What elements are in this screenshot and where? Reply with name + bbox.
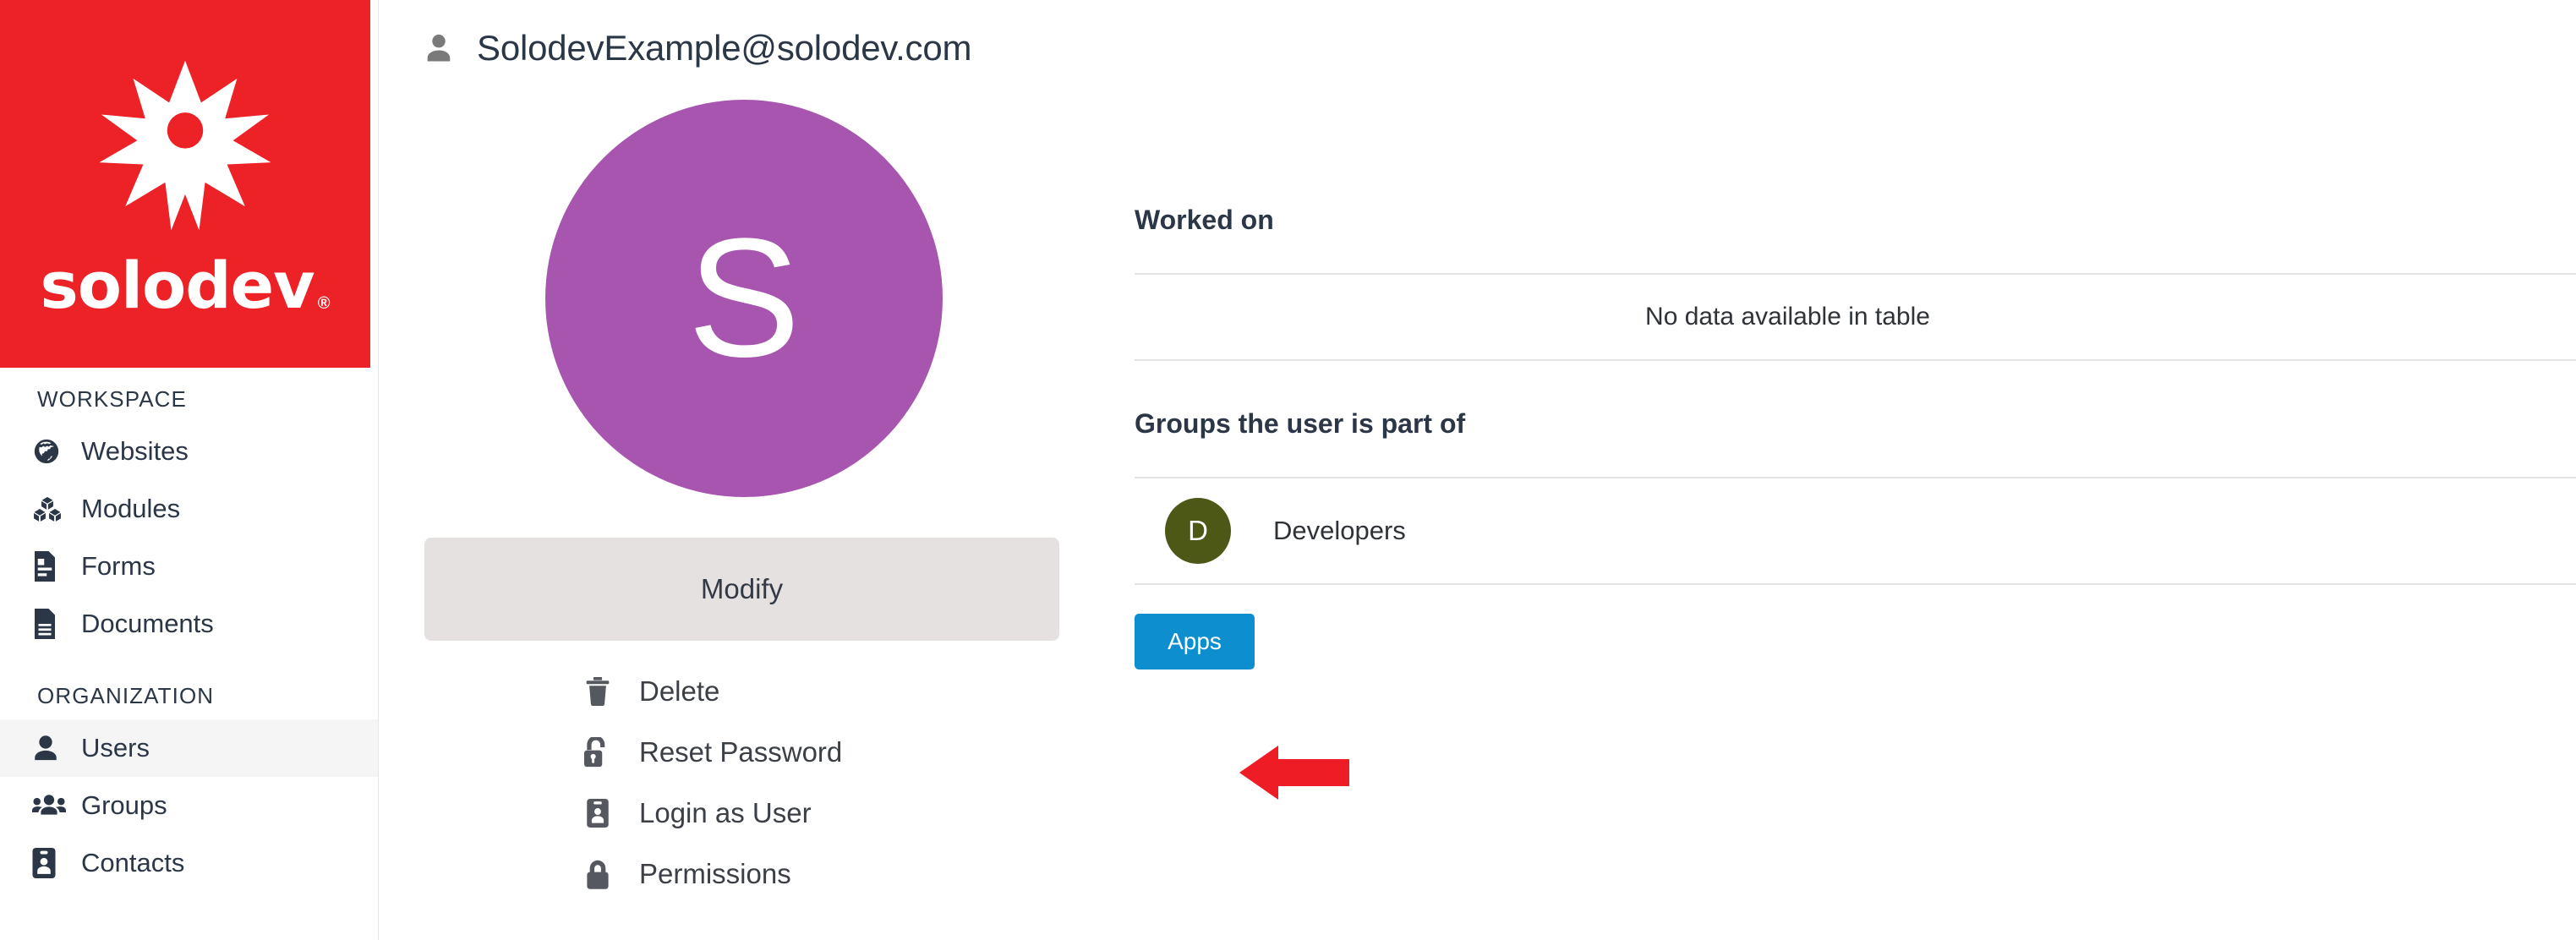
action-label: Reset Password [639, 736, 843, 768]
sidebar-item-websites[interactable]: Websites [0, 423, 378, 480]
main-content: SolodevExample@solodev.com S Modify Dele… [379, 0, 2576, 940]
sidebar-item-modules[interactable]: Modules [0, 480, 378, 538]
action-label: Delete [639, 675, 720, 707]
sidebar-heading-workspace: WORKSPACE [37, 386, 187, 412]
sidebar-item-label: Contacts [81, 848, 185, 877]
form-icon [32, 551, 69, 582]
user-actions-list: Delete Reset Password Login as User Perm… [424, 661, 1064, 904]
brand-wordmark: solodev ® [40, 248, 331, 324]
id-badge-icon [575, 799, 621, 828]
page-header: SolodevExample@solodev.com [379, 0, 2576, 78]
sidebar-item-label: Groups [81, 790, 167, 820]
lock-icon [575, 859, 621, 889]
profile-column: S Modify Delete Reset Password Login as … [379, 78, 1064, 904]
group-avatar: D [1165, 498, 1231, 564]
empty-table-message: No data available in table [1645, 303, 1930, 331]
worked-on-title: Worked on [1135, 205, 1274, 235]
user-icon [32, 734, 69, 762]
groups-title: Groups the user is part of [1135, 408, 1466, 439]
sidebar-item-label: Users [81, 733, 150, 762]
sidebar-item-label: Documents [81, 609, 214, 638]
content-columns: S Modify Delete Reset Password Login as … [379, 78, 2576, 904]
solodev-star-person-logo [99, 61, 271, 231]
delete-action[interactable]: Delete [575, 661, 1064, 722]
sidebar-item-documents[interactable]: Documents [0, 595, 378, 653]
sidebar-item-users[interactable]: Users [0, 719, 378, 777]
sidebar-nav: WORKSPACE Websites Modules Forms Documen… [0, 368, 378, 892]
registered-mark-icon: ® [317, 293, 331, 313]
brand-name: solodev [40, 248, 315, 324]
group-name: Developers [1273, 516, 1406, 545]
unlock-icon [575, 737, 621, 768]
sidebar-item-contacts[interactable]: Contacts [0, 834, 378, 892]
document-icon [32, 609, 69, 639]
users-group-icon [32, 792, 69, 819]
list-item[interactable]: D Developers [1135, 478, 2576, 583]
avatar-initial: S [687, 204, 801, 392]
apps-button[interactable]: Apps [1135, 614, 1255, 669]
divider [1135, 583, 2576, 585]
action-label: Login as User [639, 797, 812, 828]
login-as-user-action[interactable]: Login as User [575, 783, 1064, 844]
permissions-action[interactable]: Permissions [575, 844, 1064, 904]
page-title: SolodevExample@solodev.com [477, 28, 972, 68]
action-label: Permissions [639, 858, 791, 889]
sidebar-item-label: Modules [81, 494, 181, 523]
sidebar: solodev ® WORKSPACE Websites Modules For… [0, 0, 379, 940]
admin-page: solodev ® WORKSPACE Websites Modules For… [0, 0, 2576, 940]
avatar-container: S [424, 85, 1064, 497]
trash-icon [575, 677, 621, 706]
group-initial: D [1188, 515, 1208, 546]
sidebar-item-groups[interactable]: Groups [0, 777, 378, 834]
brand-logo-panel[interactable]: solodev ® [0, 0, 370, 368]
globe-icon [32, 437, 69, 466]
sidebar-heading-organization: ORGANIZATION [37, 683, 215, 708]
modify-button[interactable]: Modify [424, 538, 1059, 641]
sidebar-item-forms[interactable]: Forms [0, 538, 378, 595]
sidebar-item-label: Forms [81, 551, 156, 581]
sidebar-item-label: Websites [81, 436, 189, 466]
id-badge-icon [32, 848, 69, 878]
detail-column: Worked on No data available in table Gro… [1064, 78, 2576, 669]
cubes-icon [32, 495, 69, 523]
reset-password-action[interactable]: Reset Password [575, 722, 1064, 783]
user-icon [424, 32, 453, 64]
avatar: S [545, 100, 943, 497]
worked-on-table: No data available in table [1135, 275, 2576, 359]
